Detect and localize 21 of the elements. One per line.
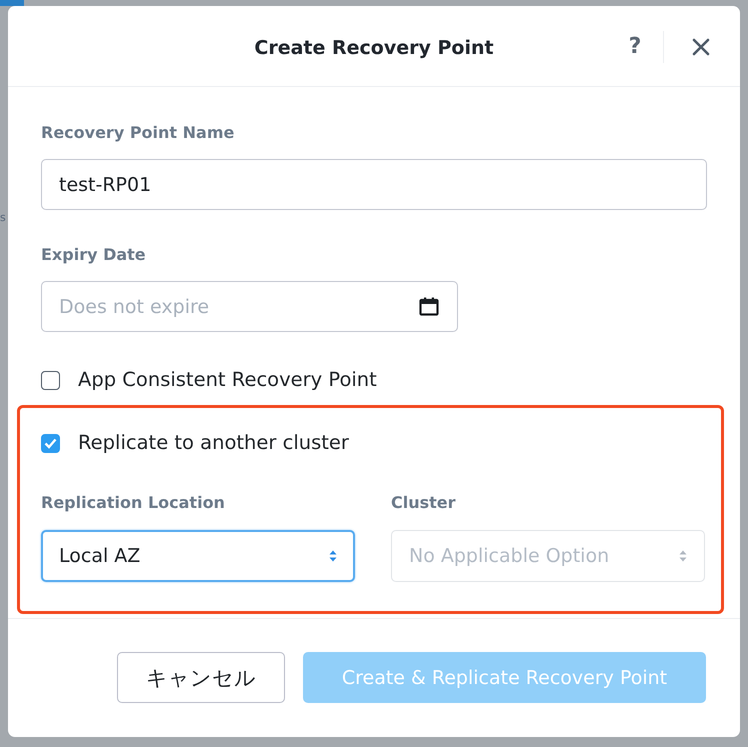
help-button[interactable]: ? [627,33,643,61]
select-arrows-icon [329,550,337,562]
field-label: Replication Location [41,492,225,514]
checkbox[interactable] [41,434,60,452]
backdrop-text: s [0,211,6,225]
checkmark-icon [44,438,57,448]
field-label: Cluster [391,492,456,514]
checkbox-label: Replicate to another cluster [78,431,349,455]
backdrop-tile [0,0,24,6]
dialog-title: Create Recovery Point [254,36,494,58]
name-field[interactable]: test-RP01 [41,159,707,210]
dropdown-select[interactable]: Local AZ [41,530,355,582]
checkbox[interactable] [41,370,60,390]
close-button[interactable] [692,38,710,56]
calendar-icon [419,297,439,316]
field-label: Expiry Date [41,244,146,266]
field-label: Recovery Point Name [41,122,234,144]
close-icon [692,38,710,56]
cancel-button[interactable]: キャンセル [117,652,285,703]
select-arrows-icon [679,550,687,562]
checkbox-label: App Consistent Recovery Point [78,368,377,392]
